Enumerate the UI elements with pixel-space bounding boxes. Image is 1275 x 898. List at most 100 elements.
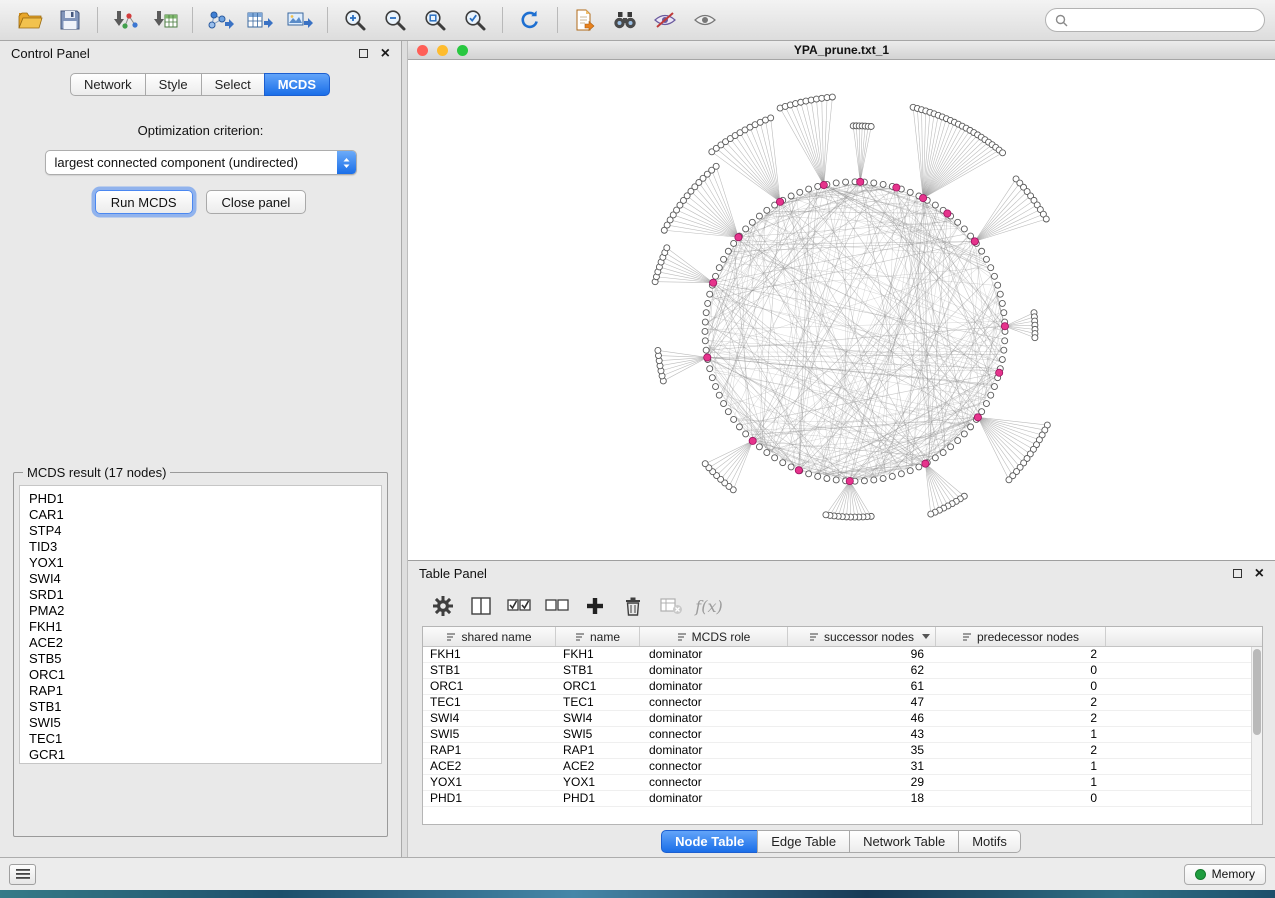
mcds-result-item[interactable]: PMA2 (29, 603, 381, 619)
memory-button[interactable]: Memory (1184, 864, 1266, 885)
deselect-all-button[interactable] (538, 591, 576, 621)
function-builder-button: f(x) (690, 591, 728, 621)
cell-shared-name: RAP1 (423, 743, 556, 758)
close-panel-icon[interactable]: × (381, 46, 390, 62)
column-header-shared-name[interactable]: shared name (423, 627, 556, 646)
mcds-result-item[interactable]: STP4 (29, 523, 381, 539)
mcds-result-item[interactable]: ACE2 (29, 635, 381, 651)
cell-successor-nodes: 61 (788, 679, 936, 694)
cell-successor-nodes: 29 (788, 775, 936, 790)
cell-predecessor-nodes: 0 (936, 663, 1106, 678)
node-table-row[interactable]: FKH1FKH1dominator962 (423, 647, 1262, 663)
export-image-icon (286, 9, 314, 31)
cell-shared-name: TEC1 (423, 695, 556, 710)
mcds-result-item[interactable]: STB5 (29, 651, 381, 667)
add-column-button[interactable] (576, 591, 614, 621)
cell-shared-name: ACE2 (423, 759, 556, 774)
select-all-button[interactable] (500, 591, 538, 621)
tab-motifs[interactable]: Motifs (958, 830, 1021, 853)
mcds-result-list[interactable]: PHD1CAR1STP4TID3YOX1SWI4SRD1PMA2FKH1ACE2… (19, 485, 382, 764)
column-header-mcds-role[interactable]: MCDS role (640, 627, 788, 646)
save-session-button[interactable] (50, 4, 90, 36)
cell-mcds-role: connector (640, 727, 788, 742)
node-table-row[interactable]: RAP1RAP1dominator352 (423, 743, 1262, 759)
network-title: YPA_prune.txt_1 (794, 43, 889, 57)
show-columns-button[interactable] (462, 591, 500, 621)
float-table-panel-icon[interactable] (1233, 569, 1242, 578)
mcds-result-item[interactable]: GCR1 (29, 747, 381, 763)
search-field[interactable] (1045, 8, 1265, 32)
mcds-result-item[interactable]: STB1 (29, 699, 381, 715)
vertical-splitter[interactable] (401, 41, 408, 857)
mcds-result-item[interactable]: TID3 (29, 539, 381, 555)
columns-icon (470, 596, 492, 616)
mcds-result-item[interactable]: YOX1 (29, 555, 381, 571)
apply-layout-button[interactable] (510, 4, 550, 36)
mcds-result-item[interactable]: TEC1 (29, 731, 381, 747)
column-header-name[interactable]: name (556, 627, 640, 646)
export-image-button[interactable] (280, 4, 320, 36)
mcds-result-item[interactable]: SWI5 (29, 715, 381, 731)
mcds-result-item[interactable]: PHD1 (29, 491, 381, 507)
zoom-selected-button[interactable] (455, 4, 495, 36)
table-scrollbar-thumb[interactable] (1253, 649, 1261, 735)
open-session-button[interactable] (10, 4, 50, 36)
mcds-result-item[interactable]: SRD1 (29, 587, 381, 603)
cell-mcds-role: connector (640, 759, 788, 774)
network-graph[interactable] (408, 60, 1275, 560)
column-header-successor-nodes[interactable]: successor nodes (788, 627, 936, 646)
mcds-result-item[interactable]: FKH1 (29, 619, 381, 635)
close-table-panel-icon[interactable]: × (1255, 566, 1264, 582)
find-button[interactable] (605, 4, 645, 36)
column-header-predecessor-nodes[interactable]: predecessor nodes (936, 627, 1106, 646)
delete-column-button[interactable] (614, 591, 652, 621)
node-table-row[interactable]: STB1STB1dominator620 (423, 663, 1262, 679)
show-all-button[interactable] (685, 4, 725, 36)
zoom-fit-button[interactable] (415, 4, 455, 36)
mcds-result-item[interactable]: RAP1 (29, 683, 381, 699)
node-table-row[interactable]: SWI4SWI4dominator462 (423, 711, 1262, 727)
network-titlebar[interactable]: YPA_prune.txt_1 (408, 41, 1275, 60)
float-panel-icon[interactable] (359, 49, 368, 58)
table-panel: Table Panel × (408, 561, 1275, 857)
table-scrollbar[interactable] (1251, 647, 1262, 824)
tab-network[interactable]: Network (70, 73, 146, 96)
node-table-row[interactable]: PHD1PHD1dominator180 (423, 791, 1262, 807)
network-canvas[interactable] (408, 60, 1275, 560)
run-mcds-button[interactable]: Run MCDS (95, 190, 193, 214)
search-input[interactable] (1073, 13, 1255, 27)
minimize-traffic-icon[interactable] (437, 45, 448, 56)
tab-style[interactable]: Style (145, 73, 202, 96)
export-table-button[interactable] (240, 4, 280, 36)
node-table-row[interactable]: ORC1ORC1dominator610 (423, 679, 1262, 695)
tab-select[interactable]: Select (201, 73, 265, 96)
mcds-result-item[interactable]: CAR1 (29, 507, 381, 523)
tab-node-table[interactable]: Node Table (661, 830, 758, 853)
node-table-row[interactable]: ACE2ACE2connector311 (423, 759, 1262, 775)
table-settings-button[interactable] (424, 591, 462, 621)
mcds-result-item[interactable]: SWI4 (29, 571, 381, 587)
close-traffic-icon[interactable] (417, 45, 428, 56)
cell-predecessor-nodes: 0 (936, 679, 1106, 694)
node-table-row[interactable]: SWI5SWI5connector431 (423, 727, 1262, 743)
zoom-in-button[interactable] (335, 4, 375, 36)
close-panel-button[interactable]: Close panel (206, 190, 307, 214)
tab-edge-table[interactable]: Edge Table (757, 830, 850, 853)
column-header-filler (1106, 627, 1262, 646)
node-table-row[interactable]: YOX1YOX1connector291 (423, 775, 1262, 791)
import-network-button[interactable] (105, 4, 145, 36)
unchecked-boxes-icon (544, 596, 570, 616)
hide-selected-button[interactable] (645, 4, 685, 36)
maximize-traffic-icon[interactable] (457, 45, 468, 56)
task-history-button[interactable] (9, 864, 36, 885)
copy-network-button[interactable] (565, 4, 605, 36)
tab-network-table[interactable]: Network Table (849, 830, 959, 853)
import-table-button[interactable] (145, 4, 185, 36)
tab-mcds[interactable]: MCDS (264, 73, 330, 96)
mcds-result-item[interactable]: ORC1 (29, 667, 381, 683)
export-network-button[interactable] (200, 4, 240, 36)
optimization-select[interactable]: largest connected component (undirected) (45, 150, 357, 175)
cell-name: PHD1 (556, 791, 640, 806)
node-table-row[interactable]: TEC1TEC1connector472 (423, 695, 1262, 711)
zoom-out-button[interactable] (375, 4, 415, 36)
